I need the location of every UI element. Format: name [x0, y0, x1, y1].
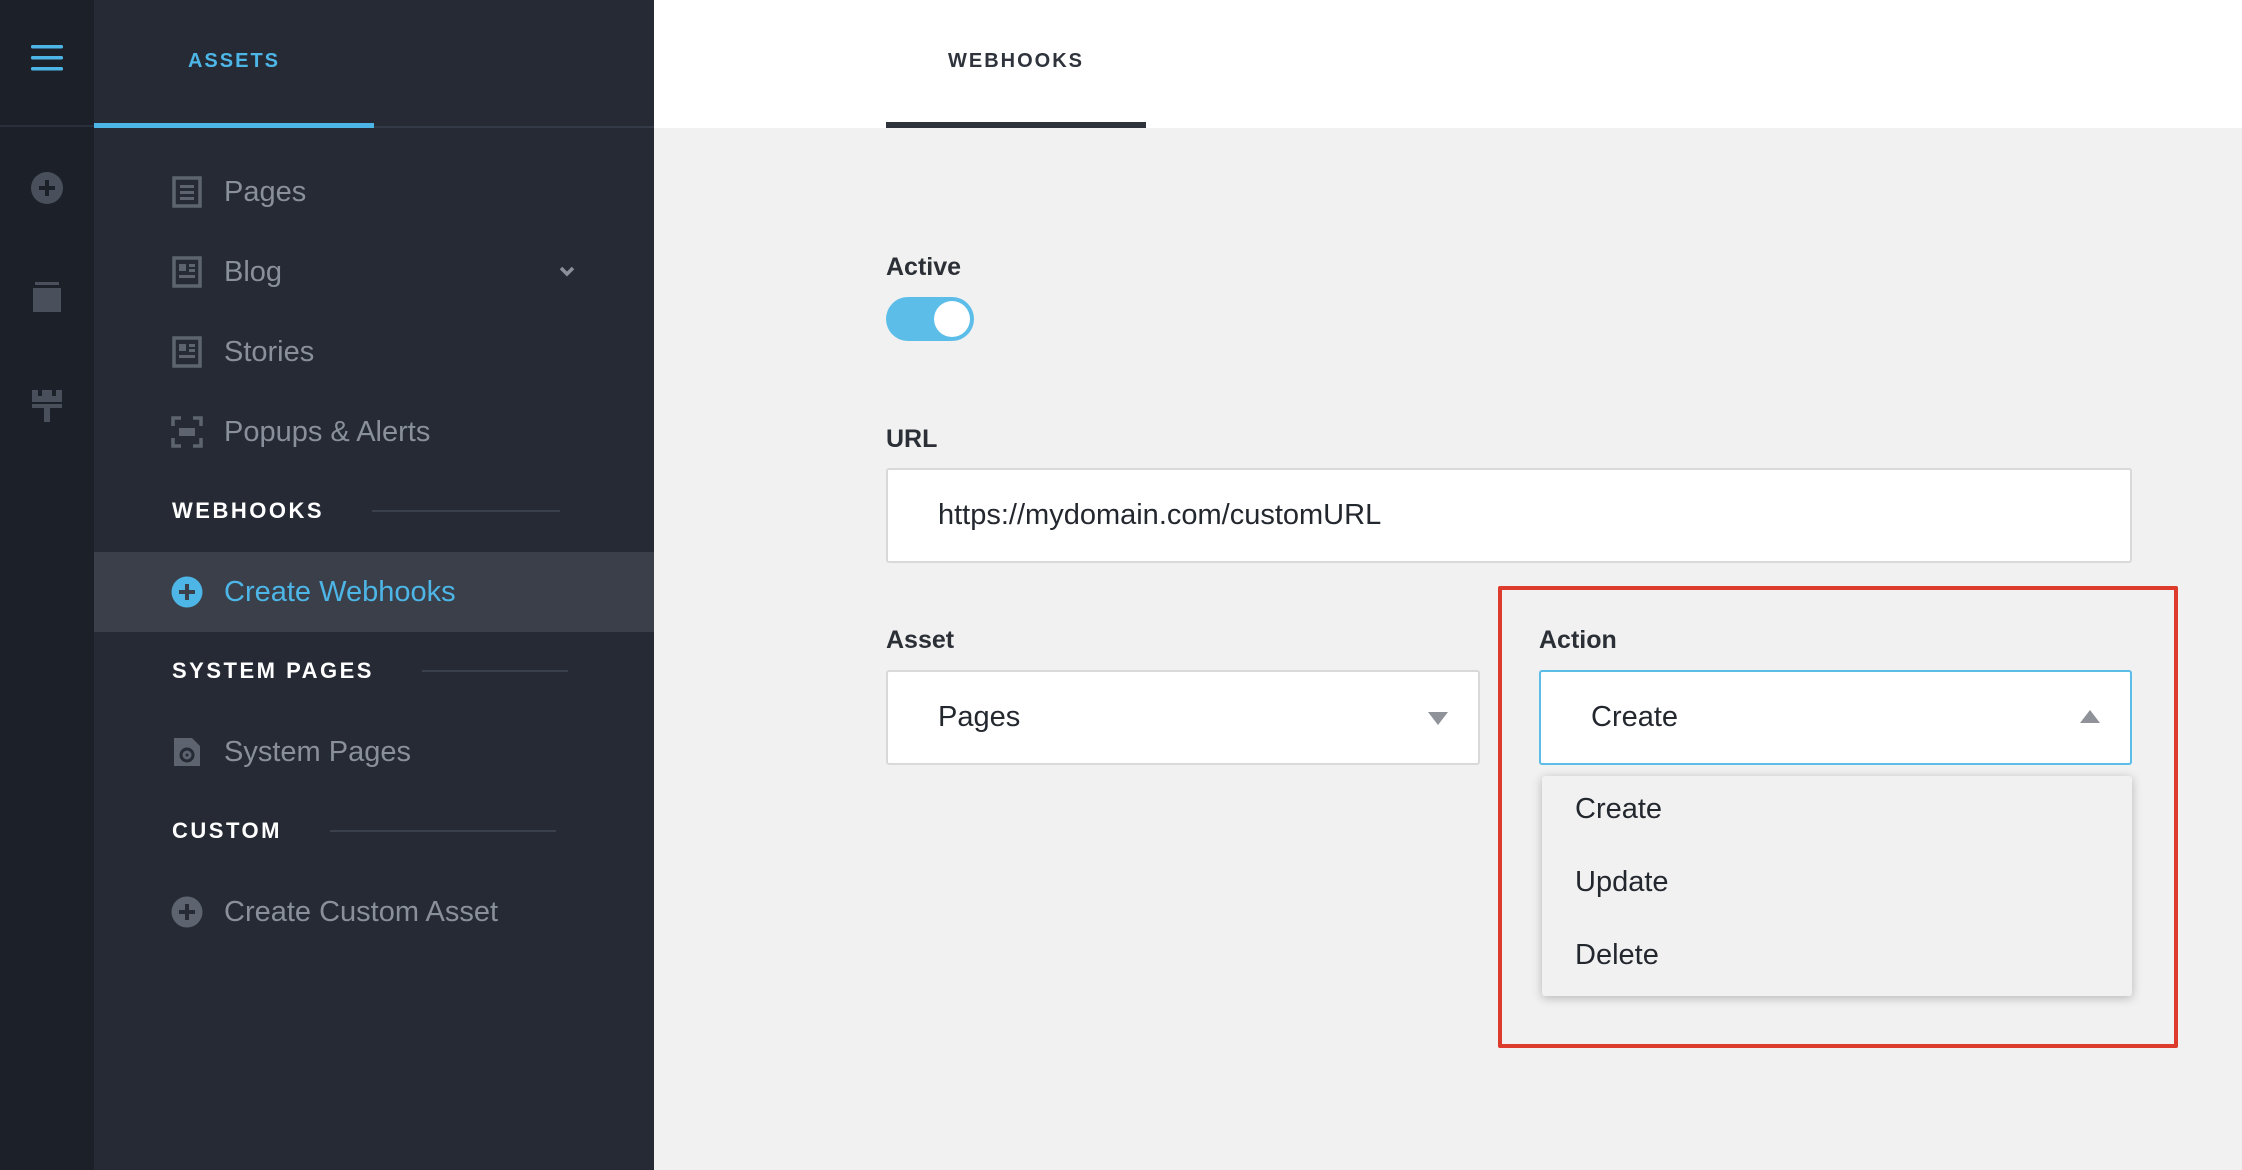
rail-header — [0, 0, 94, 127]
sidebar-item-label: Popups & Alerts — [224, 415, 431, 448]
section-title: WEBHOOKS — [172, 498, 324, 523]
section-webhooks: WEBHOOKS — [172, 491, 652, 531]
section-system-pages: SYSTEM PAGES — [172, 651, 652, 691]
section-divider — [329, 830, 556, 832]
add-circle-icon — [171, 576, 203, 608]
add-circle-icon — [171, 896, 203, 928]
sidebar-item-create-webhooks[interactable]: Create Webhooks — [94, 552, 654, 632]
sidebar-item-label: Blog — [224, 255, 283, 288]
asset-selected-value: Pages — [938, 701, 1021, 733]
url-label: URL — [886, 425, 938, 453]
blog-icon — [172, 256, 202, 288]
icon-rail — [0, 0, 94, 1170]
sidebar-item-label: Create Custom Asset — [224, 895, 498, 928]
layers-icon[interactable] — [0, 280, 94, 314]
main-header: WEBHOOKS — [654, 0, 2242, 128]
sidebar-item-label: System Pages — [224, 735, 411, 768]
section-title: SYSTEM PAGES — [172, 658, 374, 683]
popup-icon — [171, 416, 203, 448]
page-icon — [172, 176, 202, 208]
tab-webhooks[interactable]: WEBHOOKS — [886, 0, 1146, 128]
sidebar-item-blog[interactable]: Blog — [94, 232, 654, 312]
sidebar-item-label: Create Webhooks — [224, 575, 456, 608]
active-toggle[interactable] — [886, 297, 974, 341]
active-label: Active — [886, 253, 962, 281]
chevron-down-icon[interactable] — [554, 258, 580, 284]
sidebar-item-popups[interactable]: Popups & Alerts — [94, 392, 654, 472]
sidebar-item-create-custom-asset[interactable]: Create Custom Asset — [94, 872, 654, 952]
url-input[interactable]: https://mydomain.com/customURL — [886, 468, 2132, 563]
paint-roller-icon[interactable] — [0, 388, 94, 424]
section-divider — [372, 510, 560, 512]
sidebar-item-label: Pages — [224, 175, 307, 208]
hamburger-menu-icon[interactable] — [0, 42, 94, 74]
asset-label: Asset — [886, 626, 955, 654]
sidebar-item-pages[interactable]: Pages — [94, 152, 654, 232]
caret-down-icon — [1428, 712, 1448, 725]
sidebar-item-label: Stories — [224, 335, 315, 368]
sidebar-item-stories[interactable]: Stories — [94, 312, 654, 392]
assets-panel: ASSETS Pages Blog Stories Popups & Alert… — [94, 0, 654, 1170]
section-divider — [421, 670, 568, 672]
url-value: https://mydomain.com/customURL — [938, 499, 1382, 531]
toggle-knob — [934, 301, 970, 337]
tab-assets[interactable]: ASSETS — [94, 0, 374, 128]
sidebar-item-system-pages[interactable]: System Pages — [94, 712, 654, 792]
asset-select[interactable]: Pages — [886, 670, 1480, 765]
page-settings-icon — [174, 738, 200, 766]
stories-icon — [172, 336, 202, 368]
annotation-highlight-box — [1498, 586, 2178, 1048]
section-title: CUSTOM — [172, 818, 282, 843]
section-custom: CUSTOM — [172, 811, 652, 851]
add-circle-icon[interactable] — [0, 171, 94, 205]
panel-header: ASSETS — [94, 0, 654, 128]
